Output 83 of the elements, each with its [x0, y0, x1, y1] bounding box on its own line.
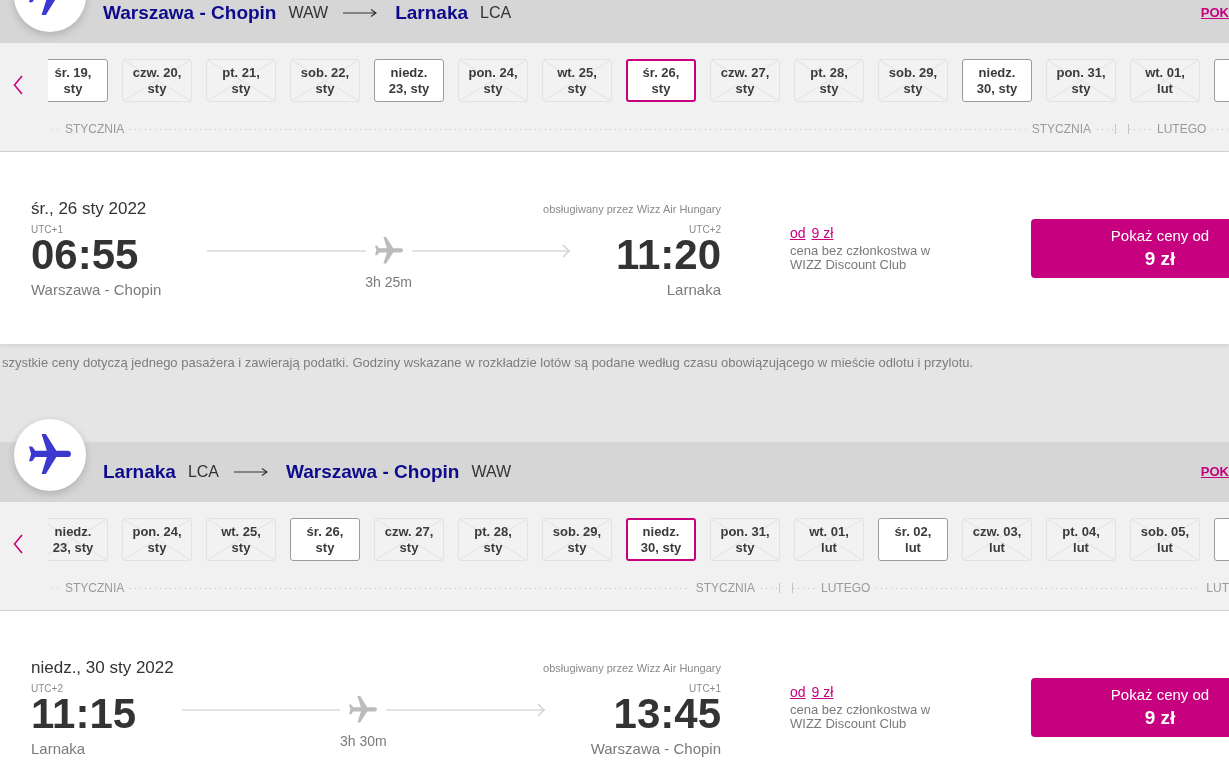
arrowhead-icon — [561, 244, 570, 258]
date-card[interactable]: niedz. 23, sty — [374, 59, 444, 102]
arrowhead-icon — [536, 703, 545, 717]
previous-button[interactable] — [13, 75, 23, 95]
price-note: cena bez członkostwa w WIZZ Discount Club — [790, 244, 932, 272]
departure-time: 06:55 — [31, 235, 139, 275]
price-prefix-link[interactable]: od — [790, 225, 806, 242]
date-card[interactable]: niedz. 30, sty — [962, 59, 1032, 102]
arrival-time: 13:45 — [613, 694, 721, 734]
price-note: cena bez członkostwa w WIZZ Discount Club — [790, 703, 932, 731]
destination-city: Warszawa - Chopin — [286, 459, 460, 484]
date-card[interactable]: niedz. 23, sty — [48, 518, 108, 561]
date-card[interactable]: śr. 19, sty — [48, 59, 108, 102]
operator-text: obsługiwany przez Wizz Air Hungary — [543, 661, 721, 675]
month-label: LUT — [1205, 580, 1229, 596]
flight-duration: 3h 30m — [340, 733, 387, 749]
date-card[interactable]: czw. 27, sty — [710, 59, 780, 102]
date-card[interactable]: sob. 29, sty — [878, 59, 948, 102]
origin-city: Larnaka — [103, 459, 176, 484]
flight-duration: 3h 25m — [365, 274, 412, 290]
month-label: STYCZNIA — [1030, 121, 1092, 137]
date-card[interactable]: pt. 21, sty — [206, 59, 276, 102]
date-card[interactable]: śr. 02, lut — [878, 518, 948, 561]
departure-city: Larnaka — [31, 740, 86, 758]
date-card[interactable]: pt. 28, sty — [458, 518, 528, 561]
date-card[interactable]: sob. 22, sty — [290, 59, 360, 102]
utc-offset: UTC+1 — [689, 683, 721, 695]
date-card[interactable]: czw. 03, lut — [962, 518, 1032, 561]
arrival-city: Larnaka — [666, 281, 721, 299]
date-card[interactable]: pon. 24, sty — [122, 518, 192, 561]
arrival-city: Warszawa - Chopin — [590, 740, 721, 758]
chevron-left-icon — [13, 75, 23, 95]
date-card[interactable]: wt. 25, sty — [542, 59, 612, 102]
month-label: STYCZNIA — [64, 121, 126, 137]
disclaimer-text: szystkie ceny dotyczą jednego pasażera i zawierają podatki. Godziny wskazane w rozkładzie lotów są podane według czasu obowiązującego w mieście odlotu i przylotu. — [2, 355, 974, 371]
chevron-left-icon — [13, 534, 23, 554]
destination-code: LCA — [480, 3, 512, 23]
destination-city: Larnaka — [395, 0, 469, 25]
utc-offset: UTC+2 — [31, 683, 63, 695]
departure-city: Warszawa - Chopin — [31, 281, 162, 299]
month-label: LUTEGO — [1156, 121, 1208, 137]
flight-date: śr., 26 sty 2022 — [31, 199, 147, 219]
plane-icon — [374, 237, 403, 265]
price-prefix-link[interactable]: od — [790, 684, 806, 701]
date-card[interactable]: wt. 25, sty — [206, 518, 276, 561]
utc-offset: UTC+2 — [689, 224, 721, 236]
arrival-time: 11:20 — [615, 235, 721, 275]
date-card[interactable]: czw. 20, sty — [122, 59, 192, 102]
date-card[interactable]: wt. 01, lut — [1130, 59, 1200, 102]
flight-date: niedz., 30 sty 2022 — [31, 658, 174, 678]
date-card[interactable]: sob. 29, sty — [542, 518, 612, 561]
origin-code: WAW — [288, 3, 329, 23]
origin-code: LCA — [187, 462, 219, 482]
header-link[interactable]: POK — [1200, 3, 1229, 23]
date-card[interactable]: pon. 24, sty — [458, 59, 528, 102]
departure-time: 11:15 — [31, 694, 137, 734]
month-label: STYCZNIA — [694, 580, 756, 596]
month-label: STYCZNIA — [64, 580, 126, 596]
month-label: LUTEGO — [820, 580, 872, 596]
date-card[interactable]: pon. 31, sty — [710, 518, 780, 561]
date-card[interactable]: niedz. 30, sty — [626, 518, 696, 561]
price-link[interactable]: 9 zł — [811, 225, 834, 242]
show-prices-button[interactable]: Pokaż ceny od 9 zł — [1031, 678, 1229, 737]
plane-icon — [14, 419, 86, 491]
destination-code: WAW — [471, 462, 512, 482]
date-card[interactable]: czw. 27, sty — [374, 518, 444, 561]
operator-text: obsługiwany przez Wizz Air Hungary — [543, 202, 721, 216]
header-link[interactable]: POK — [1200, 462, 1229, 482]
arrow-right-icon — [234, 467, 268, 477]
date-card[interactable]: pt. 04, lut — [1046, 518, 1116, 561]
plane-icon — [349, 696, 378, 724]
date-card[interactable]: pon. 31, sty — [1046, 59, 1116, 102]
previous-button[interactable] — [13, 534, 23, 554]
date-card[interactable]: śr. 26, sty — [626, 59, 696, 102]
date-card[interactable]: wt. 01, lut — [794, 518, 864, 561]
date-card[interactable]: śr. 26, sty — [290, 518, 360, 561]
date-card[interactable]: pt. 28, sty — [794, 59, 864, 102]
origin-city: Warszawa - Chopin — [103, 0, 277, 25]
price-link[interactable]: 9 zł — [811, 684, 834, 701]
date-card[interactable]: sob. 05, lut — [1130, 518, 1200, 561]
show-prices-button[interactable]: Pokaż ceny od 9 zł — [1031, 219, 1229, 278]
utc-offset: UTC+1 — [31, 224, 63, 236]
arrow-right-icon — [343, 8, 378, 18]
